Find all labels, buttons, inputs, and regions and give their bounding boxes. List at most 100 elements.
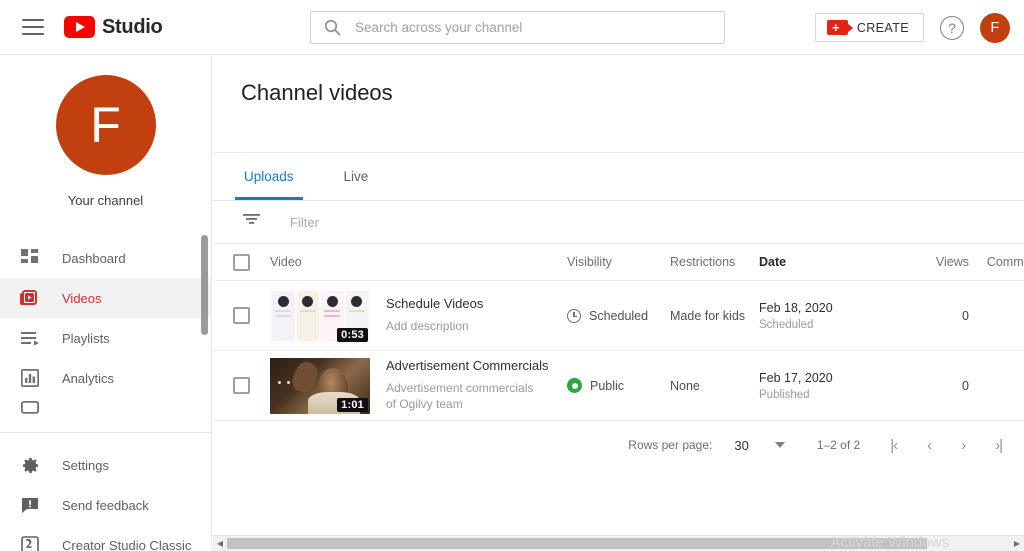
hamburger-icon[interactable] [22,19,44,35]
sidebar-item-videos[interactable]: Videos [0,278,211,318]
top-header: Studio + CREATE ? F [0,0,1024,55]
content-tabs: Uploads Live [213,153,1024,201]
video-camera-plus-icon: + [826,20,853,35]
video-cell[interactable]: 0:53 Schedule Videos Add description [270,287,567,344]
video-stack-icon [20,288,40,308]
video-description[interactable]: Add description [386,318,483,334]
sidebar-item-creator-studio-classic[interactable]: Creator Studio Classic [0,525,211,551]
videos-card: Uploads Live Filter Video Visibility Res… [213,152,1024,517]
next-page-button[interactable]: › [961,437,966,454]
creator-classic-icon [20,535,40,551]
tab-live-label: Live [343,169,369,184]
video-meta: Advertisement Commercials Advertisement … [386,358,549,412]
sidebar-scrollbar-thumb[interactable] [201,235,208,335]
create-button[interactable]: + CREATE [814,13,924,42]
video-description[interactable]: Advertisement commercials of Ogilvy team [386,380,536,412]
scroll-right-arrow-icon[interactable]: ▶ [1010,539,1024,548]
account-avatar[interactable]: F [980,12,1010,43]
views-cell: 0 [962,378,969,393]
channel-avatar[interactable]: F [55,75,156,175]
brand-label: Studio [102,15,163,38]
sidebar-label-videos: Videos [62,290,102,306]
scroll-left-arrow-icon[interactable]: ◀ [213,539,227,548]
search-input[interactable] [355,20,695,35]
sidebar-label-dashboard: Dashboard [62,250,126,266]
restrictions-cell: Made for kids [670,308,746,323]
column-header-views[interactable]: Views [899,255,969,269]
sidebar-nav: Dashboard Videos Playlists Analytics Set… [0,238,211,551]
date-cell: Feb 18, 2020 Scheduled [759,301,899,331]
woman-warm-photo-thumbnail[interactable]: 1:01 [270,357,370,414]
horizontal-scrollbar[interactable]: ◀ ▶ [213,535,1024,551]
table-header-row: Video Visibility Restrictions Date Views… [213,243,1024,281]
sidebar-item-send-feedback[interactable]: Send feedback [0,485,211,525]
bar-chart-icon [20,368,40,388]
date-value: Feb 18, 2020 [759,300,833,315]
comments-cell: 0 [969,309,1024,323]
tab-uploads-label: Uploads [244,169,294,184]
views-cell: 0 [962,308,969,323]
horizontal-scrollbar-thumb[interactable] [227,538,927,549]
create-label: CREATE [856,20,909,35]
sidebar-label-settings: Settings [62,457,109,473]
video-title[interactable]: Advertisement Commercials [386,358,549,375]
table-row[interactable]: 1:01 Advertisement Commercials Advertise… [213,351,1024,421]
date-status: Scheduled [759,318,814,331]
restrictions-cell: None [670,378,700,393]
video-title[interactable]: Schedule Videos [386,296,483,313]
row-select-cell [213,307,270,324]
video-duration: 0:53 [337,327,368,342]
visibility-label: Scheduled [589,308,649,323]
rows-per-page-label: Rows per page: [628,438,713,452]
gear-icon [20,455,40,475]
channel-label: Your channel [67,193,144,208]
select-all-cell [213,253,270,271]
row-checkbox[interactable] [233,377,250,394]
row-select-cell [213,377,270,394]
table-row[interactable]: 0:53 Schedule Videos Add description Sch… [213,281,1024,351]
four-pale-cards-thumbnail[interactable]: 0:53 [270,287,370,344]
sidebar-item-analytics[interactable]: Analytics [0,358,211,398]
chevron-down-icon[interactable] [774,442,785,448]
videos-table: Video Visibility Restrictions Date Views… [213,243,1024,421]
sidebar-divider [0,432,211,433]
column-header-restrictions[interactable]: Restrictions [670,255,759,269]
select-all-checkbox[interactable] [233,253,250,271]
green-eye-icon [567,378,582,393]
feedback-exclamation-icon [20,495,40,515]
search-icon [324,19,341,36]
channel-header: F Your channel [0,55,211,208]
video-duration: 1:01 [337,397,368,412]
sidebar-item-settings[interactable]: Settings [0,445,211,485]
row-checkbox[interactable] [233,307,250,324]
sidebar-item-comments-partial[interactable] [0,398,211,420]
search-bar[interactable] [310,11,725,44]
prev-page-button[interactable]: ‹ [927,437,932,454]
column-header-date[interactable]: Date [759,255,899,269]
main-content: Channel videos Uploads Live Filter Video… [213,55,1024,551]
column-header-video[interactable]: Video [270,255,567,269]
sidebar-item-playlists[interactable]: Playlists [0,318,211,358]
filter-placeholder[interactable]: Filter [290,215,319,230]
question-mark-icon[interactable]: ? [940,15,964,40]
dashboard-grid-icon [20,248,40,268]
date-status: Published [759,388,810,401]
column-header-comments[interactable]: Comme... [969,255,1024,269]
sidebar-label-send-feedback: Send feedback [62,497,149,513]
last-page-button[interactable]: ›| [995,437,1003,454]
date-cell: Feb 17, 2020 Published [759,371,899,401]
first-page-button[interactable]: |‹ [890,437,898,454]
header-actions: + CREATE ? F [814,0,1010,55]
youtube-studio-window: Studio + CREATE ? F F Your channel [0,0,1024,551]
studio-logo[interactable]: Studio [64,15,163,39]
rows-per-page-value[interactable]: 30 [734,438,748,453]
column-header-visibility[interactable]: Visibility [567,255,670,269]
filter-bar[interactable]: Filter [213,201,1024,243]
filter-funnel-icon[interactable] [243,213,260,231]
tab-uploads[interactable]: Uploads [235,153,303,200]
video-cell[interactable]: 1:01 Advertisement Commercials Advertise… [270,357,567,414]
tab-live[interactable]: Live [341,153,372,200]
sidebar-item-dashboard[interactable]: Dashboard [0,238,211,278]
visibility-cell: Scheduled [567,308,670,323]
pagination-bar: Rows per page: 30 1–2 of 2 |‹ ‹ › ›| [213,421,1024,469]
